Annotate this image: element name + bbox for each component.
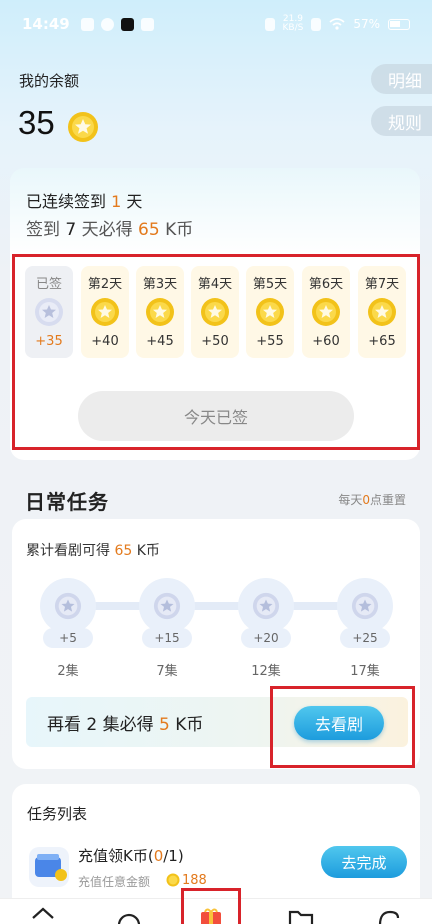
milestone-reward: +25 (340, 628, 390, 648)
silver-coin-icon (252, 592, 280, 620)
balance-label: 我的余额 (19, 72, 80, 90)
highlight-frame-signin (12, 254, 420, 450)
watch-more-text: 再看 2 集必得 5 K币 (47, 715, 204, 735)
signin-streak: 已连续签到 1 天 (26, 192, 143, 211)
silver-coin-icon (351, 592, 379, 620)
watch-reward-title: 累计看剧可得 65 K币 (26, 543, 160, 559)
wifi-icon (329, 18, 345, 30)
sync-icon (100, 17, 114, 31)
task-reward-amount: 188 (182, 873, 207, 888)
folder-icon[interactable] (288, 906, 314, 924)
silver-coin-icon (54, 592, 82, 620)
battery-icon (388, 18, 410, 30)
daily-reset-note: 每天0点重置 (338, 493, 406, 507)
detail-button[interactable]: 明细 (371, 64, 432, 94)
milestone-reward: +20 (241, 628, 291, 648)
gold-coin-icon (68, 112, 98, 142)
silver-coin-icon (153, 592, 181, 620)
milestone-episodes: 2集 (57, 664, 79, 679)
notification-icon (80, 17, 94, 31)
signin-goal: 签到 7 天必得 65 K币 (26, 220, 194, 240)
highlight-frame-welfare-tab (181, 888, 241, 924)
net-speed: 21.9 KB/S (282, 14, 304, 33)
status-time: 14:49 (22, 15, 70, 33)
milestone-reward: +5 (43, 628, 93, 648)
status-bar: 14:49 21.9 KB/S 57% (0, 0, 432, 48)
milestone-episodes: 7集 (156, 664, 178, 679)
task-list-title: 任务列表 (27, 805, 88, 823)
sim-icon (311, 17, 322, 31)
milestone-episodes: 17集 (350, 664, 380, 679)
vibrate-icon (264, 17, 275, 31)
gold-coin-icon (166, 873, 180, 887)
battery-percent: 57% (353, 17, 380, 31)
home-icon[interactable] (30, 906, 56, 924)
task-name: 充值领K币(0/1) (78, 847, 184, 865)
play-icon[interactable] (116, 906, 142, 924)
tiktok-icon (120, 17, 134, 31)
watch-progress-track (70, 602, 370, 610)
go-complete-button[interactable]: 去完成 (321, 846, 407, 878)
daily-tasks-title: 日常任务 (25, 490, 109, 514)
rules-button[interactable]: 规则 (371, 106, 432, 136)
highlight-frame-go-watch (270, 686, 415, 768)
wallet-icon (29, 847, 69, 887)
milestone-reward: +15 (142, 628, 192, 648)
milestone-episodes: 12集 (251, 664, 281, 679)
task-subtitle: 充值任意金额 (78, 875, 151, 889)
profile-icon[interactable] (376, 906, 402, 924)
balance-amount: 35 (18, 104, 55, 141)
app-grid-icon (140, 17, 154, 31)
